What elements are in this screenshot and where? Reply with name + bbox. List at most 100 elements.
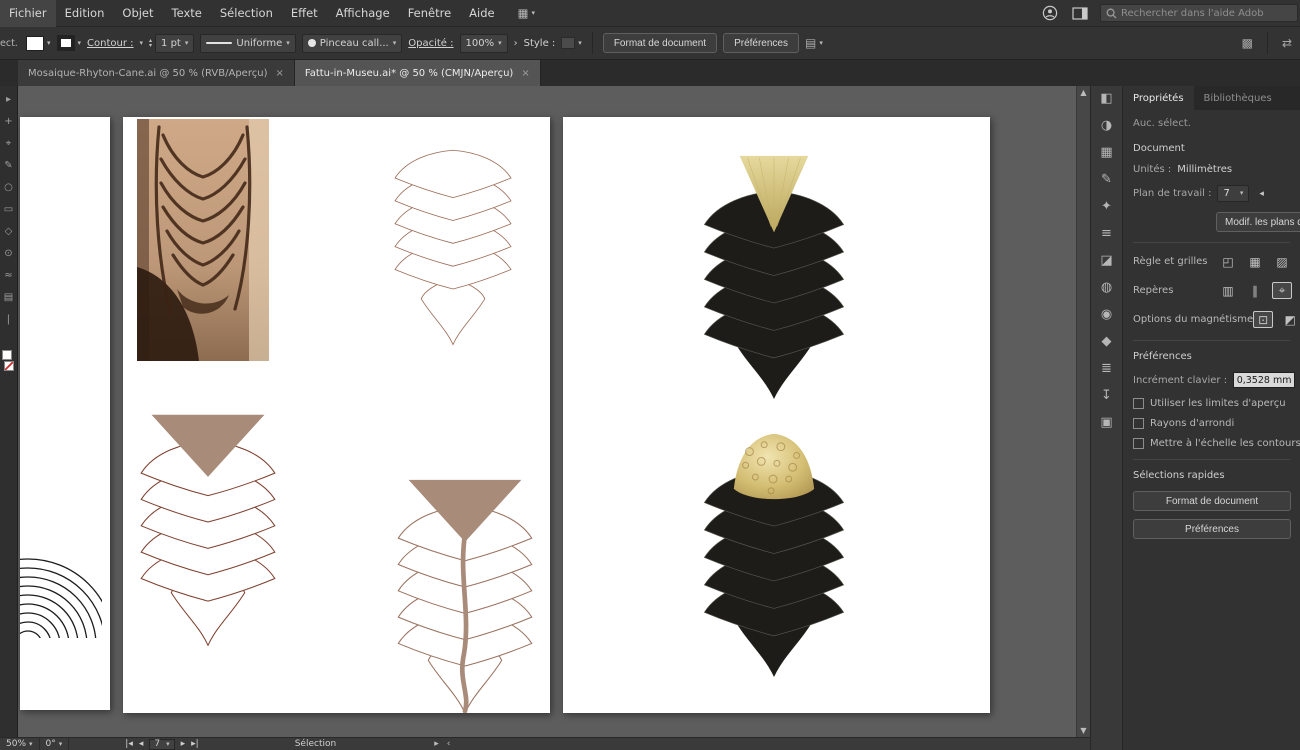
artboard-dropdown[interactable]: 7 ▾	[1217, 185, 1249, 202]
snap-grid-icon[interactable]: ◩	[1280, 311, 1300, 328]
width-profile-dropdown[interactable]: Uniforme ▾	[200, 34, 295, 53]
first-artboard-icon[interactable]: |◂	[125, 739, 133, 749]
search-input[interactable]	[1121, 8, 1292, 19]
document-tab-mosaique[interactable]: Mosaique-Rhyton-Cane.ai @ 50 % (RVB/Aper…	[18, 60, 295, 86]
color-panel-icon[interactable]: ◧	[1100, 92, 1112, 106]
artboards-panel-icon[interactable]: ▣	[1100, 416, 1112, 430]
concentric-arcs-artwork[interactable]	[20, 550, 102, 638]
swatches-panel-icon[interactable]: ▦	[1100, 146, 1112, 160]
checkbox-scale-strokes[interactable]: Mettre à l'échelle les contours et les e	[1133, 438, 1300, 449]
checkbox-icon[interactable]	[1133, 438, 1144, 449]
collapse-icon[interactable]: ‹	[447, 739, 451, 749]
artboard-2[interactable]	[123, 117, 550, 713]
rotation-control[interactable]: 0° ▾	[40, 738, 70, 750]
document-setup-button[interactable]: Format de document	[603, 33, 717, 53]
smart-guides-icon[interactable]: ∥	[1245, 282, 1265, 299]
feather-outline-sketch[interactable]	[373, 147, 533, 347]
feather-outline-clay-spine[interactable]	[385, 478, 545, 713]
account-icon[interactable]	[1040, 3, 1060, 23]
stroke-width-control[interactable]: ▴▾ 1 pt▾	[149, 34, 194, 53]
scroll-down-icon[interactable]: ▼	[1080, 726, 1086, 735]
menu-objet[interactable]: Objet	[113, 0, 162, 27]
menu-aide[interactable]: Aide	[460, 0, 503, 27]
fill-indicator[interactable]	[2, 350, 12, 360]
selection-tool-icon[interactable]: ▸	[6, 94, 11, 106]
units-value[interactable]: Millimètres	[1177, 164, 1232, 175]
quick-preferences-button[interactable]: Préférences	[1133, 519, 1291, 539]
black-feather-hammered-gold[interactable]	[683, 430, 865, 680]
edit-artboards-button[interactable]: Modif. les plans de tra	[1216, 212, 1300, 232]
document-tab-fattu[interactable]: Fattu-in-Museu.ai* @ 50 % (CMJN/Aperçu) …	[295, 60, 541, 86]
next-artboard-icon[interactable]: ▸	[181, 739, 186, 749]
guides-icon[interactable]: ▥	[1218, 282, 1238, 299]
close-icon[interactable]: ×	[521, 68, 529, 79]
help-search[interactable]	[1100, 4, 1298, 22]
fill-stroke-indicator[interactable]	[2, 350, 16, 374]
symbols-panel-icon[interactable]: ✦	[1101, 200, 1112, 214]
snap-pixel-icon[interactable]: ⊡	[1253, 311, 1273, 328]
checkbox-corner-radius[interactable]: Rayons d'arrondi	[1133, 418, 1300, 429]
quick-document-setup-button[interactable]: Format de document	[1133, 491, 1291, 511]
tab-libraries[interactable]: Bibliothèques	[1194, 86, 1282, 110]
checkbox-icon[interactable]	[1133, 398, 1144, 409]
artboard-1[interactable]	[20, 117, 110, 710]
stroke-panel-icon[interactable]: ≡	[1101, 227, 1112, 241]
opacity-link[interactable]: Opacité :	[408, 38, 453, 49]
last-artboard-icon[interactable]: ▸|	[191, 739, 199, 749]
touch-workspace-icon[interactable]: ▩	[1242, 36, 1253, 50]
transparency-grid-icon[interactable]: ▨	[1272, 253, 1292, 270]
stroke-panel-link[interactable]: Contour :	[87, 38, 133, 49]
magic-wand-tool-icon[interactable]: ⌖	[6, 138, 12, 150]
checkbox-preview-bounds[interactable]: Utiliser les limites d'aperçu	[1133, 398, 1300, 409]
stroke-swatch[interactable]	[57, 35, 75, 51]
arrange-documents-control[interactable]: ▤▾	[805, 36, 823, 50]
previous-artboard-icon[interactable]: ◂	[139, 739, 144, 749]
grid-icon[interactable]: ▦	[1245, 253, 1265, 270]
brush-dropdown[interactable]: Pinceau call... ▾	[302, 34, 402, 53]
asset-export-panel-icon[interactable]: ↧	[1101, 389, 1112, 403]
direct-selection-tool-icon[interactable]: +	[4, 116, 12, 128]
menu-fenetre[interactable]: Fenêtre	[399, 0, 460, 27]
gradient-panel-icon[interactable]: ◪	[1100, 254, 1112, 268]
prev-artboard-icon[interactable]: ◂	[1259, 189, 1264, 199]
play-icon[interactable]: ▸	[434, 739, 439, 749]
keyboard-increment-input[interactable]	[1233, 372, 1295, 388]
scroll-up-icon[interactable]: ▲	[1080, 88, 1086, 97]
menu-edition[interactable]: Edition	[56, 0, 114, 27]
pen-tool-icon[interactable]: ✎	[4, 160, 12, 172]
opacity-panel-chevron-icon[interactable]: ›	[514, 38, 518, 49]
zoom-control[interactable]: 50% ▾	[0, 738, 40, 750]
fill-swatch[interactable]	[26, 36, 44, 51]
menu-selection[interactable]: Sélection	[211, 0, 282, 27]
switch-workspace-icon[interactable]: ⇄	[1282, 36, 1292, 50]
rotate-tool-icon[interactable]: ◇	[5, 226, 13, 238]
artboard-nav-dropdown[interactable]: 7 ▾	[149, 739, 174, 750]
opacity-dropdown[interactable]: 100% ▾	[460, 34, 508, 53]
gradient-tool-icon[interactable]: ⊙	[4, 248, 12, 260]
appearance-panel-icon[interactable]: ◉	[1101, 308, 1112, 322]
feather-outline-clay-triangle[interactable]	[128, 398, 288, 663]
workspace-switcher[interactable]: ▦▾	[518, 6, 535, 20]
stroke-indicator[interactable]	[4, 361, 14, 371]
menu-fichier[interactable]: Fichier	[0, 0, 56, 27]
panel-layout-icon[interactable]	[1070, 3, 1090, 23]
menu-effet[interactable]: Effet	[282, 0, 327, 27]
color-guide-panel-icon[interactable]: ◑	[1101, 119, 1112, 133]
black-feather-flat-gold[interactable]	[683, 152, 865, 402]
stroke-color-control[interactable]: ▾	[57, 35, 82, 51]
eyedropper-tool-icon[interactable]: ≈	[4, 270, 12, 282]
graphic-styles-panel-icon[interactable]: ◆	[1102, 335, 1112, 349]
artboard-3[interactable]	[563, 117, 990, 713]
menu-texte[interactable]: Texte	[163, 0, 211, 27]
checkbox-icon[interactable]	[1133, 418, 1144, 429]
canvas-vertical-scrollbar[interactable]: ▲ ▼	[1076, 86, 1090, 737]
shape-tool-icon[interactable]: ○	[4, 182, 13, 194]
snap-point-icon[interactable]: ⌖	[1272, 282, 1292, 299]
transparency-panel-icon[interactable]: ◍	[1101, 281, 1112, 295]
rulers-icon[interactable]: ◰	[1218, 253, 1238, 270]
preferences-button[interactable]: Préférences	[723, 33, 799, 53]
close-icon[interactable]: ×	[275, 68, 283, 79]
rectangle-tool-icon[interactable]: ▭	[4, 204, 13, 216]
pottery-photo[interactable]	[137, 119, 269, 361]
fill-color-control[interactable]: ▾	[26, 36, 51, 51]
